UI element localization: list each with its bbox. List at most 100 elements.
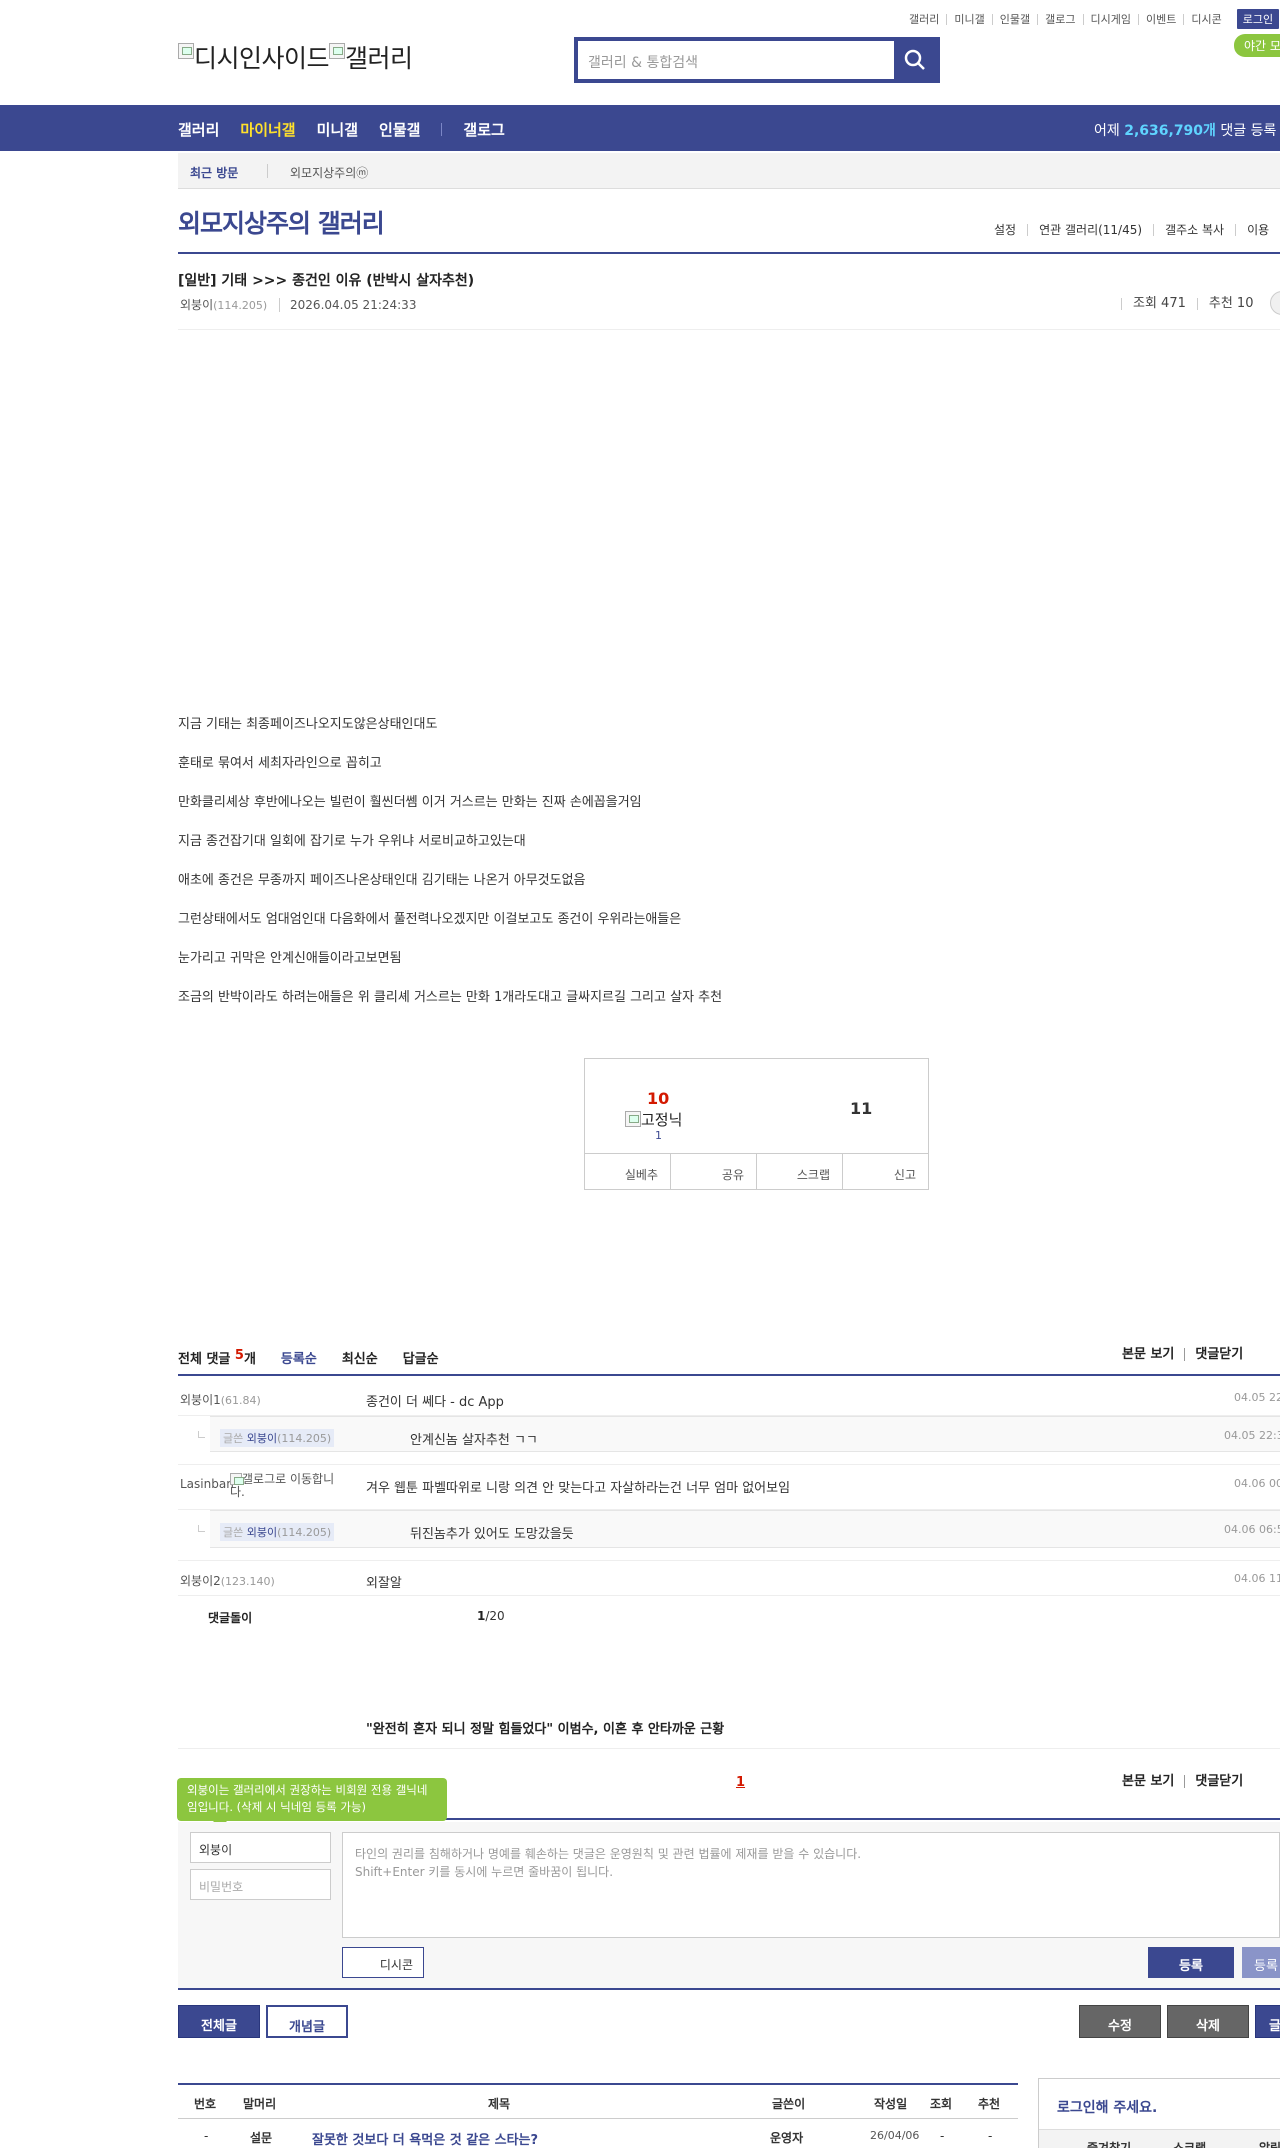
- delete-button[interactable]: 삭제: [1167, 2005, 1249, 2038]
- comment-author[interactable]: Lasinban: [180, 1477, 234, 1491]
- edit-button[interactable]: 수정: [1079, 2005, 1161, 2038]
- row-title[interactable]: 잘못한 것보다 더 욕먹은 것 같은 스타는?: [312, 2129, 538, 2148]
- broken-image-icon: [329, 43, 346, 59]
- col-writer: 글쓴이: [772, 2097, 806, 2111]
- comment-page-1[interactable]: 1: [736, 1775, 745, 1790]
- write-button[interactable]: 글: [1255, 2005, 1280, 2038]
- divider: [178, 252, 1280, 254]
- nickname-field[interactable]: 외붕이: [190, 1832, 331, 1863]
- comment-pagination: 댓글돌이 1/20: [178, 1609, 1280, 1629]
- comment-author[interactable]: 외붕이2(123.140): [180, 1572, 275, 1589]
- search-box: 갤러리 & 통합검색: [574, 37, 940, 83]
- util-link-dcgame[interactable]: 디시게임: [1082, 13, 1138, 25]
- logo-site-text: 디시인사이드: [194, 44, 330, 73]
- recent-label[interactable]: 최근 방문: [190, 164, 269, 181]
- comment-text: 겨우 웹툰 파벨따위로 니랑 의견 안 맞는다고 자살하라는건 너무 엄마 없어…: [366, 1481, 791, 1496]
- all-posts-button[interactable]: 전체글: [178, 2005, 260, 2038]
- table-row[interactable]: - 설문 잘못한 것보다 더 욕먹은 것 같은 스타는? 운영자 26/04/0…: [178, 2119, 1018, 2148]
- nav-gallery[interactable]: 갤러리: [178, 119, 219, 140]
- news-headline-link[interactable]: "완전히 혼자 되니 정말 힘들었다" 이범수, 이혼 후 안타까운 근황: [366, 1718, 724, 1737]
- comment-bar: 전체 댓글 5개 등록순 최신순 답글순 본문 보기 댓글닫기: [178, 1348, 1280, 1376]
- post-views: 조회 471: [1121, 297, 1197, 310]
- sort-replies[interactable]: 답글순: [403, 1348, 439, 1367]
- close-comments-button[interactable]: 댓글닫기: [1184, 1348, 1253, 1361]
- copy-gallery-address[interactable]: 갤주소 복사: [1153, 224, 1235, 236]
- reply-writer-label: 글쓴: [223, 1526, 244, 1539]
- submit-comment-button[interactable]: 등록: [1148, 1947, 1234, 1978]
- post-body-line: 눈가리고 귀막은 안계신애들이라고보면됨: [178, 951, 402, 966]
- login-button[interactable]: 로그인: [1236, 9, 1280, 29]
- nav-gallog[interactable]: 갤로그: [463, 119, 504, 140]
- post-meta: 외붕이(114.205) 2026.04.05 21:24:33: [180, 296, 417, 313]
- upvote-button[interactable]: 고정닉: [625, 1109, 682, 1130]
- search-button[interactable]: [894, 41, 936, 79]
- scrap-button[interactable]: 스크랩: [756, 1154, 842, 1190]
- reply-row: 글쓴 외붕이(114.205) 뒤진놈추가 있어도 도망갔을듯 04.06 06…: [198, 1510, 1280, 1548]
- stat-count: 2,636,790개: [1124, 123, 1216, 139]
- reply-author-tag[interactable]: 글쓴 외붕이(114.205): [220, 1523, 335, 1541]
- tab-notifications[interactable]: 알림: [1259, 2139, 1280, 2148]
- view-post-button[interactable]: 본문 보기: [1122, 1775, 1184, 1788]
- close-comments-button[interactable]: 댓글닫기: [1184, 1775, 1253, 1788]
- view-post-button[interactable]: 본문 보기: [1122, 1348, 1184, 1361]
- util-link-gallery[interactable]: 갤러리: [902, 14, 946, 25]
- post-title: [일반] 기태 >>> 종건인 이유 (반박시 살자추천): [178, 273, 475, 289]
- gallery-usage[interactable]: 이용: [1235, 224, 1280, 236]
- tab-favorites[interactable]: 즐겨찾기: [1087, 2139, 1131, 2148]
- search-input[interactable]: 갤러리 & 통합검색: [588, 52, 698, 72]
- gallery-title[interactable]: 외모지상주의 갤러리: [178, 204, 385, 240]
- silbe-recommend-button[interactable]: 실베추: [585, 1154, 670, 1190]
- util-link-gallog[interactable]: 갤로그: [1037, 13, 1082, 25]
- textarea-placeholder-line: 타인의 권리를 침해하거나 명예를 훼손하는 댓글은 운영원칙 및 관련 법률에…: [355, 1847, 862, 1861]
- reply-text: 안계신놈 살자추천 ㄱㄱ: [410, 1433, 538, 1448]
- nav-minor-gallery[interactable]: 마이너갤: [240, 119, 295, 140]
- nav-person-gallery[interactable]: 인물갤: [379, 119, 420, 140]
- night-mode-toggle[interactable]: 야간 모드: [1234, 34, 1280, 57]
- table-header: 번호 말머리 제목 글쓴이 작성일 조회 추천: [178, 2083, 1018, 2119]
- login-prompt[interactable]: 로그인해 주세요.: [1057, 2097, 1157, 2117]
- row-writer[interactable]: 운영자: [770, 2129, 803, 2146]
- related-galleries[interactable]: 연관 갤러리(11/45): [1027, 224, 1153, 236]
- gallery-tools: 설정 연관 갤러리(11/45) 갤주소 복사 이용: [994, 224, 1280, 236]
- post-body-line: 지금 기태는 최종페이즈나오지도않은상태인대도: [178, 717, 438, 732]
- util-link-persongall[interactable]: 인물갤: [991, 13, 1037, 25]
- gallery-settings[interactable]: 설정: [994, 224, 1027, 236]
- col-subject: 말머리: [243, 2097, 277, 2111]
- share-button[interactable]: 공유: [670, 1154, 756, 1190]
- comment-date: 04.06 11: [1234, 1572, 1280, 1585]
- gallog-link[interactable]: 갤로그로 이동합니다.: [230, 1473, 340, 1499]
- post-author[interactable]: 외붕이: [180, 298, 213, 312]
- site-logo[interactable]: 디시인사이드 갤러리: [178, 39, 413, 75]
- dccon-button[interactable]: 디시콘: [342, 1947, 424, 1978]
- row-number: -: [204, 2129, 209, 2143]
- submit-comment-alt-button[interactable]: 등록: [1242, 1947, 1280, 1978]
- reply-row: 글쓴 외붕이(114.205) 안계신놈 살자추천 ㄱㄱ 04.05 22:3: [198, 1416, 1280, 1452]
- comment-row: Lasinban 갤로그로 이동합니다. 겨우 웹툰 파벨따위로 니랑 의견 안…: [178, 1464, 1280, 1510]
- util-link-event[interactable]: 이벤트: [1137, 13, 1183, 25]
- row-views: -: [940, 2129, 945, 2143]
- concept-posts-button[interactable]: 개념글: [266, 2005, 348, 2038]
- report-button[interactable]: 신고: [842, 1154, 928, 1190]
- share-circle-icon[interactable]: [1270, 291, 1280, 315]
- comment-author[interactable]: 외붕이1(61.84): [180, 1391, 261, 1408]
- col-date: 작성일: [874, 2097, 908, 2111]
- password-field[interactable]: 비밀번호: [190, 1869, 331, 1900]
- util-link-dccon[interactable]: 디시콘: [1183, 13, 1228, 25]
- tab-scrap[interactable]: 스크랩: [1173, 2139, 1206, 2148]
- recent-gallery-link[interactable]: 외모지상주의ⓜ: [290, 164, 368, 181]
- nav-mini-gallery[interactable]: 미니갤: [317, 119, 358, 140]
- divider: [178, 1748, 1280, 1749]
- util-link-minigall[interactable]: 미니갤: [946, 13, 991, 25]
- comment-text: 종건이 더 쎄다 - dc App: [366, 1395, 504, 1410]
- sort-registered[interactable]: 등록순: [281, 1348, 317, 1367]
- reply-author-tag[interactable]: 글쓴 외붕이(114.205): [220, 1429, 335, 1447]
- post-body-line: 지금 종건잡기대 일회에 잡기로 누가 우위냐 서로비교하고있는대: [178, 834, 526, 849]
- comment-textarea[interactable]: 타인의 권리를 침해하거나 명예를 훼손하는 댓글은 운영원칙 및 관련 법률에…: [342, 1832, 1280, 1938]
- post-counts: 조회 471 추천 10: [1121, 291, 1280, 315]
- sort-latest[interactable]: 최신순: [342, 1348, 378, 1367]
- divider: [178, 329, 1280, 330]
- downvote-count[interactable]: 11: [850, 1099, 872, 1118]
- reply-ip: (114.205): [277, 1526, 332, 1539]
- stat-suffix: 댓글 등록: [1220, 123, 1277, 139]
- reply-writer-label: 글쓴: [223, 1432, 244, 1445]
